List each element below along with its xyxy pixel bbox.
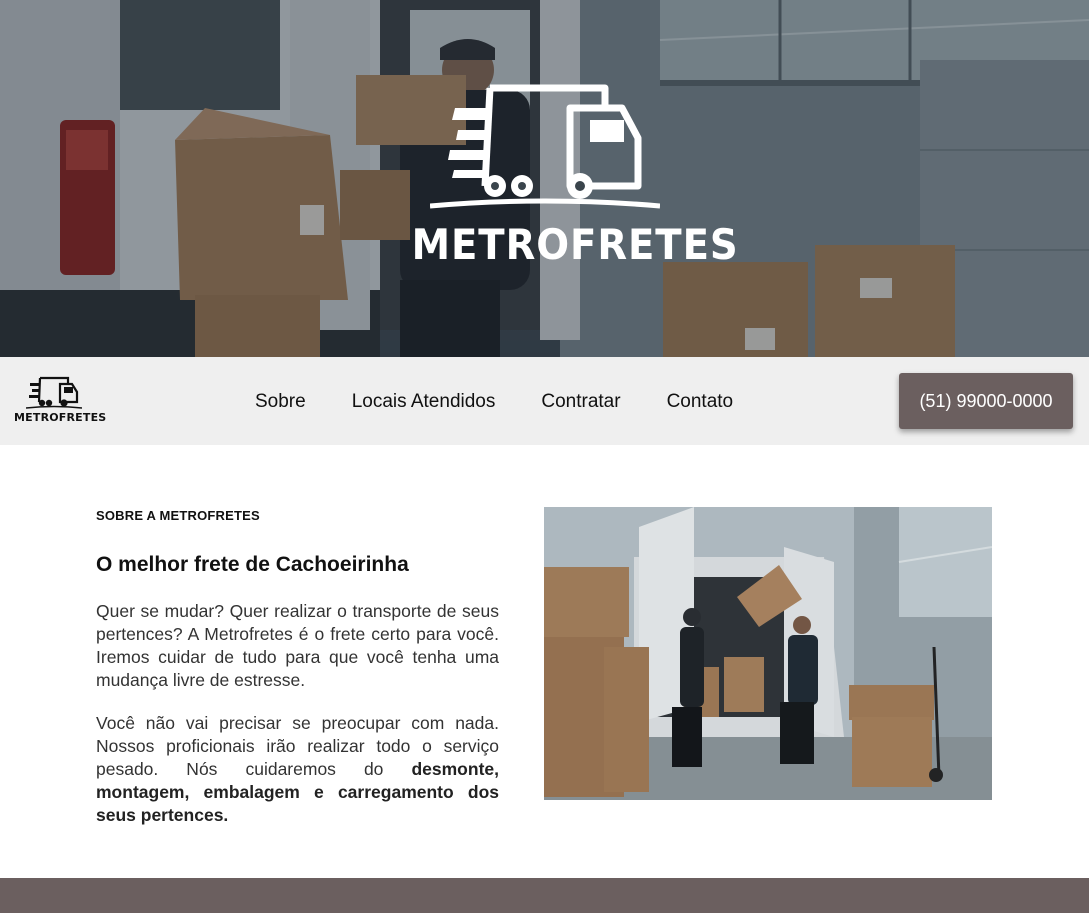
hero-logo: METROFRETES: [400, 78, 739, 269]
nav-link-contato[interactable]: Contato: [667, 391, 734, 413]
nav-logo[interactable]: METROFRETES: [14, 375, 107, 427]
about-paragraph-2: Você não vai precisar se preocupar com n…: [96, 712, 499, 827]
about-photo: [544, 507, 992, 800]
about-paragraph-1: Quer se mudar? Quer realizar o transport…: [96, 601, 499, 690]
nav-link-sobre[interactable]: Sobre: [255, 391, 306, 413]
truck-icon: [26, 376, 82, 409]
truck-icon: [430, 84, 660, 209]
nav-links: Sobre Locais Atendidos Contratar Contato: [255, 391, 733, 413]
footer-band: [0, 878, 1089, 913]
nav-link-locais-atendidos[interactable]: Locais Atendidos: [352, 391, 496, 413]
hero-brand-name: METROFRETES: [411, 220, 739, 269]
section-label: SOBRE A METROFRETES: [96, 508, 260, 523]
navbar: METROFRETES Sobre Locais Atendidos Contr…: [0, 357, 1089, 445]
nav-link-contratar[interactable]: Contratar: [541, 391, 620, 413]
phone-button[interactable]: (51) 99000-0000: [899, 373, 1073, 429]
section-title: O melhor frete de Cachoeirinha: [96, 553, 409, 576]
nav-brand-name: METROFRETES: [14, 411, 107, 424]
hero-banner: METROFRETES: [0, 0, 1089, 357]
